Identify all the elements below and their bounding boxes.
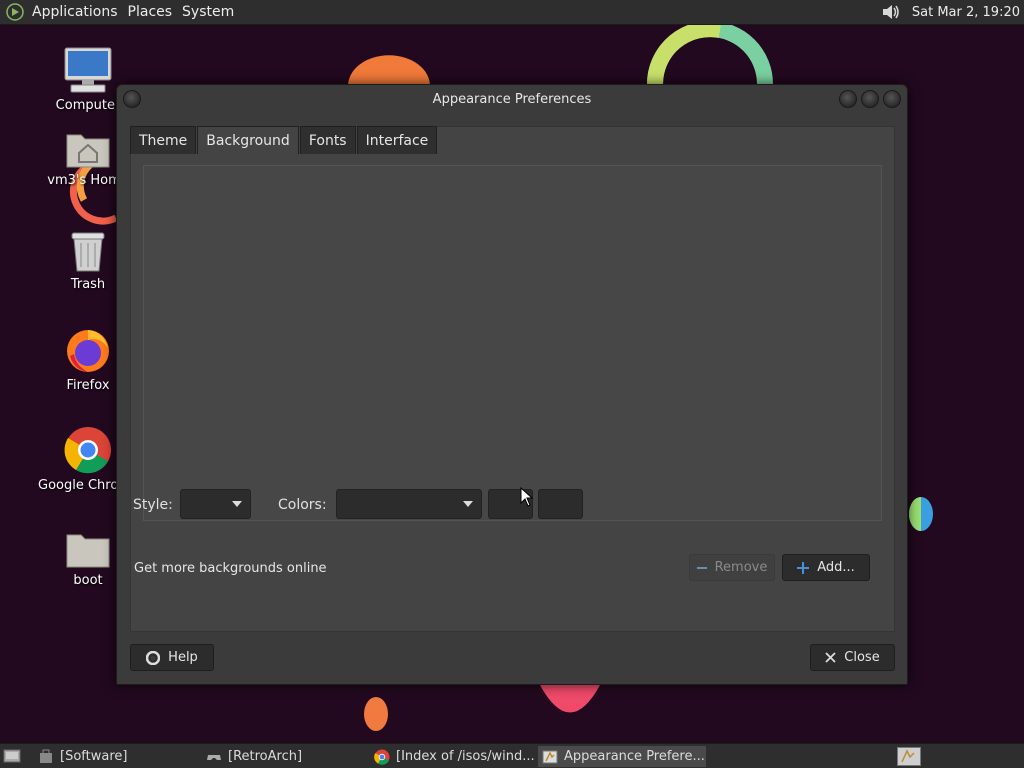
workspace-switcher-icon[interactable] — [897, 747, 921, 766]
get-more-backgrounds-link[interactable]: Get more backgrounds online — [134, 561, 327, 576]
menu-applications[interactable]: Applications — [30, 0, 126, 25]
volume-icon[interactable] — [880, 1, 902, 23]
computer-icon — [64, 47, 112, 93]
colors-label: Colors: — [278, 497, 327, 513]
add-button[interactable]: Add... — [782, 554, 870, 581]
mouse-cursor-icon — [520, 487, 534, 507]
close-icon — [825, 652, 836, 663]
maximize-button[interactable] — [861, 90, 879, 108]
secondary-color-button[interactable] — [538, 489, 583, 519]
style-dropdown[interactable] — [180, 489, 251, 519]
tab-interface[interactable]: Interface — [356, 126, 438, 154]
tab-bar: Theme Background Fonts Interface — [130, 126, 438, 154]
appearance-preferences-dialog: Appearance Preferences Style: Colors: Ge… — [116, 84, 908, 685]
help-lifebuoy-icon — [146, 650, 161, 665]
chevron-down-icon — [232, 501, 242, 507]
desktop-icon-label: Computer — [55, 98, 121, 113]
taskbar-item-appearance[interactable]: Appearance Prefere... — [538, 746, 706, 767]
menu-logo-icon[interactable] — [6, 3, 24, 21]
desktop-icon-label: Firefox — [66, 378, 110, 393]
clock[interactable]: Sat Mar 2, 19:20 — [912, 5, 1020, 20]
tab-content-background: Style: Colors: Get more backgrounds onli… — [130, 126, 895, 632]
taskbar-item-label: [Index of /isos/wind... — [396, 749, 535, 764]
top-panel: Applications Places System Sat Mar 2, 19… — [0, 0, 1024, 25]
desktop-icon-label: Trash — [70, 277, 106, 292]
remove-button[interactable]: Remove — [689, 554, 775, 581]
desktop-icon-label: boot — [73, 573, 103, 588]
show-desktop-icon[interactable] — [3, 748, 21, 764]
taskbar-item-label: [RetroArch] — [228, 749, 303, 764]
taskbar-item-software[interactable]: [Software] — [34, 746, 199, 767]
folder-icon — [66, 534, 110, 568]
menu-system[interactable]: System — [180, 0, 242, 25]
home-folder-icon — [66, 134, 110, 168]
trash-icon — [71, 232, 105, 272]
minimize-button[interactable] — [839, 90, 857, 108]
colors-dropdown[interactable] — [336, 489, 482, 519]
plus-icon — [797, 561, 810, 574]
dialog-title: Appearance Preferences — [432, 92, 592, 107]
menu-places[interactable]: Places — [126, 0, 181, 25]
help-label: Help — [168, 650, 198, 665]
taskbar-item-label: [Software] — [60, 749, 128, 764]
help-button[interactable]: Help — [130, 644, 214, 671]
add-label: Add... — [817, 560, 855, 575]
tab-theme[interactable]: Theme — [130, 126, 197, 154]
close-window-button[interactable] — [883, 90, 901, 108]
remove-label: Remove — [714, 560, 768, 575]
taskbar-item-retroarch[interactable]: [RetroArch] — [202, 746, 367, 767]
bottom-taskbar: [Software] [RetroArch] [Index of /isos/w… — [0, 743, 1024, 768]
dialog-titlebar[interactable]: Appearance Preferences — [117, 85, 907, 117]
close-label: Close — [844, 650, 880, 665]
appearance-icon — [542, 750, 558, 763]
software-icon — [40, 749, 52, 763]
tab-fonts[interactable]: Fonts — [299, 126, 356, 154]
taskbar-item-label: Appearance Prefere... — [564, 749, 705, 764]
firefox-icon — [67, 330, 109, 372]
chrome-icon — [64, 427, 111, 474]
chrome-icon — [374, 749, 390, 765]
chevron-down-icon — [463, 501, 473, 507]
style-label: Style: — [133, 497, 173, 513]
tab-background[interactable]: Background — [197, 126, 299, 154]
gamepad-icon — [207, 754, 221, 760]
background-preview-list[interactable] — [143, 165, 882, 521]
close-button[interactable]: Close — [810, 644, 895, 671]
minus-icon — [696, 563, 707, 573]
taskbar-item-chrome[interactable]: [Index of /isos/wind... — [370, 746, 535, 767]
